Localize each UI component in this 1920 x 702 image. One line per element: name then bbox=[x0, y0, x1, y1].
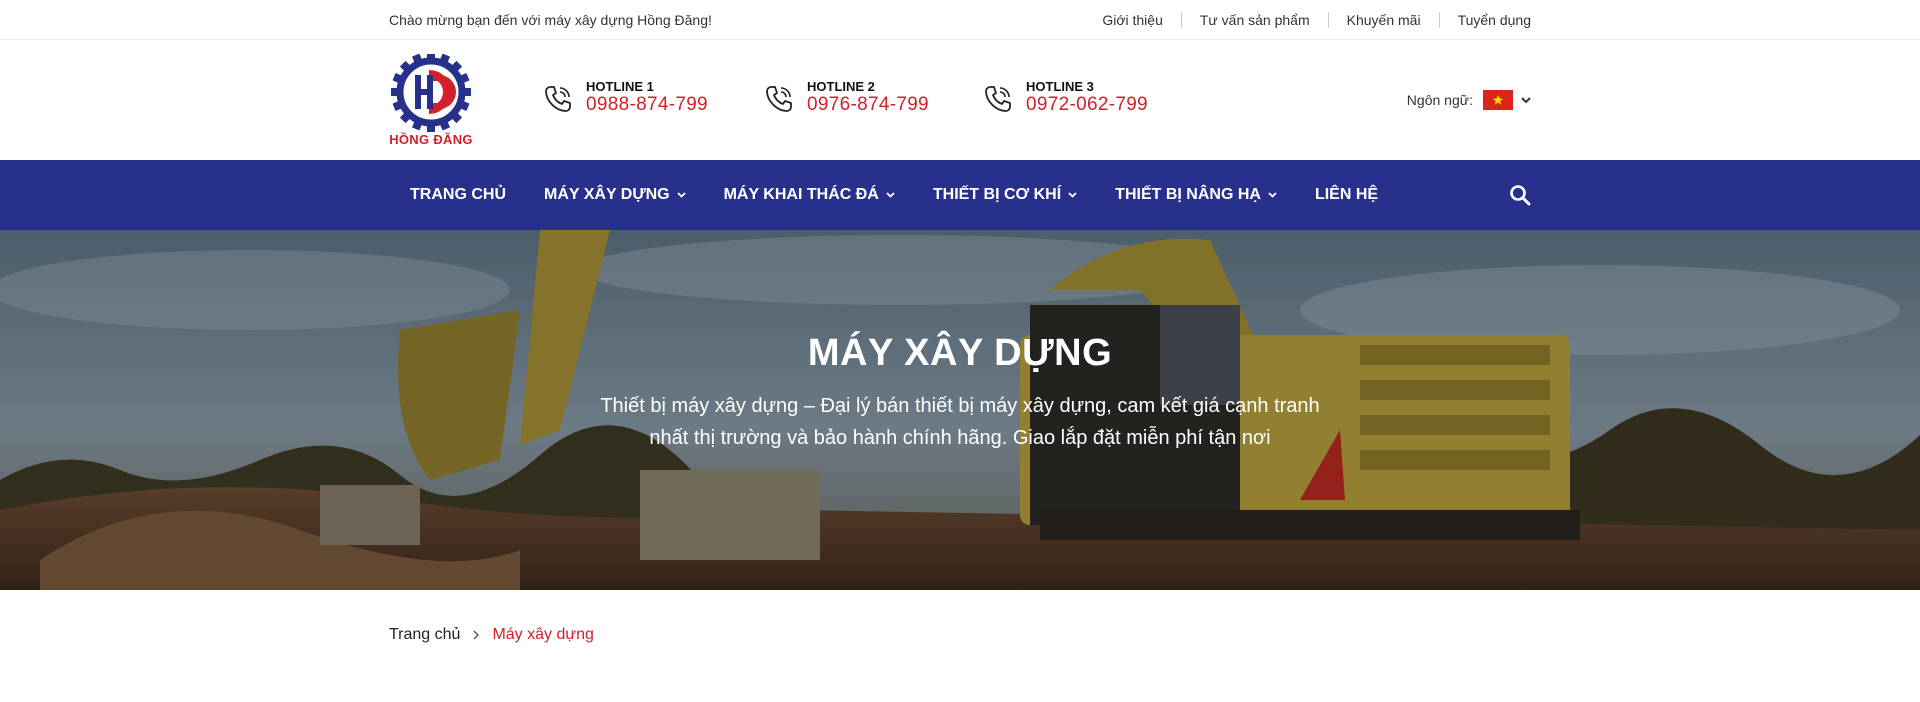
top-link-gioi-thieu[interactable]: Giới thiệu bbox=[1102, 12, 1181, 28]
hero-title: MÁY XÂY DỰNG bbox=[807, 332, 1113, 374]
phone-icon bbox=[985, 86, 1011, 112]
top-link-tu-van[interactable]: Tư vấn sản phẩm bbox=[1180, 12, 1328, 28]
nav-item-label: LIÊN HỆ bbox=[1314, 186, 1379, 203]
breadcrumb-home-link[interactable]: Trang chủ bbox=[389, 626, 460, 644]
chevron-down-icon bbox=[676, 192, 686, 198]
search-icon[interactable] bbox=[1509, 184, 1531, 206]
nav-item-thiet-bi-nang-ha[interactable]: THIẾT BỊ NÂNG HẠ bbox=[1115, 186, 1277, 204]
vietnam-flag-icon bbox=[1483, 90, 1513, 110]
hero-banner: MÁY XÂY DỰNG Thiết bị máy xây dựng – Đại… bbox=[0, 230, 1920, 590]
hotline-3-number[interactable]: 0972-062-799 bbox=[1026, 94, 1148, 116]
nav-item-label: THIẾT BỊ NÂNG HẠ bbox=[1115, 186, 1261, 203]
language-selector[interactable]: Ngôn ngữ: bbox=[1407, 90, 1531, 110]
hotline-3-label: HOTLINE 3 bbox=[1026, 79, 1094, 94]
nav-item-thiet-bi-co-khi[interactable]: THIẾT BỊ CƠ KHÍ bbox=[933, 186, 1077, 204]
welcome-text: Chào mừng bạn đến với máy xây dựng Hồng … bbox=[389, 12, 712, 28]
nav-item-lien-he[interactable]: LIÊN HỆ bbox=[1315, 186, 1378, 204]
chevron-down-icon bbox=[1068, 192, 1077, 198]
logo-text: HỒNG ĐĂNG bbox=[389, 132, 473, 147]
top-bar: Chào mừng bạn đến với máy xây dựng Hồng … bbox=[0, 0, 1920, 40]
nav-item-may-xay-dung[interactable]: MÁY XÂY DỰNG bbox=[544, 186, 686, 204]
top-link-tuyen-dung[interactable]: Tuyển dụng bbox=[1438, 12, 1531, 28]
nav-item-label: TRANG CHỦ bbox=[410, 186, 506, 203]
nav-item-label: MÁY XÂY DỰNG bbox=[544, 186, 670, 203]
chevron-right-icon bbox=[473, 630, 480, 640]
chevron-down-icon bbox=[1268, 192, 1277, 198]
site-header: HỒNG ĐĂNG HOTLINE 1 0988-874-799 HOTLINE… bbox=[0, 40, 1920, 160]
nav-item-may-khai-thac-da[interactable]: MÁY KHAI THÁC ĐÁ bbox=[724, 186, 895, 204]
site-logo[interactable]: HỒNG ĐĂNG bbox=[389, 52, 473, 150]
phone-icon bbox=[766, 86, 792, 112]
top-link-khuyen-mai[interactable]: Khuyến mãi bbox=[1327, 12, 1439, 28]
language-label: Ngôn ngữ: bbox=[1406, 92, 1473, 108]
phone-icon bbox=[545, 86, 571, 112]
logo-gear-icon bbox=[391, 52, 471, 132]
chevron-down-icon bbox=[1521, 96, 1531, 103]
hotline-1-label: HOTLINE 1 bbox=[586, 79, 654, 94]
nav-item-label: MÁY KHAI THÁC ĐÁ bbox=[723, 186, 879, 203]
hotline-1-number[interactable]: 0988-874-799 bbox=[586, 94, 708, 116]
main-nav: TRANG CHỦ MÁY XÂY DỰNG MÁY KHAI THÁC ĐÁ … bbox=[0, 160, 1920, 230]
hotline-1[interactable]: HOTLINE 1 0988-874-799 bbox=[542, 80, 708, 116]
chevron-down-icon bbox=[886, 192, 895, 198]
top-links: Giới thiệu Tư vấn sản phẩm Khuyến mãi Tu… bbox=[1102, 12, 1531, 28]
hotline-2[interactable]: HOTLINE 2 0976-874-799 bbox=[763, 80, 929, 116]
nav-item-label: THIẾT BỊ CƠ KHÍ bbox=[932, 186, 1062, 203]
hotline-2-number[interactable]: 0976-874-799 bbox=[807, 94, 929, 116]
hotline-2-label: HOTLINE 2 bbox=[807, 79, 875, 94]
hero-description: Thiết bị máy xây dựng – Đại lý bán thiết… bbox=[600, 395, 1320, 449]
nav-item-trang-chu[interactable]: TRANG CHỦ bbox=[410, 186, 506, 204]
breadcrumb: Trang chủ Máy xây dựng bbox=[389, 626, 594, 644]
hotline-3[interactable]: HOTLINE 3 0972-062-799 bbox=[982, 80, 1148, 116]
breadcrumb-current: Máy xây dựng bbox=[492, 626, 594, 643]
